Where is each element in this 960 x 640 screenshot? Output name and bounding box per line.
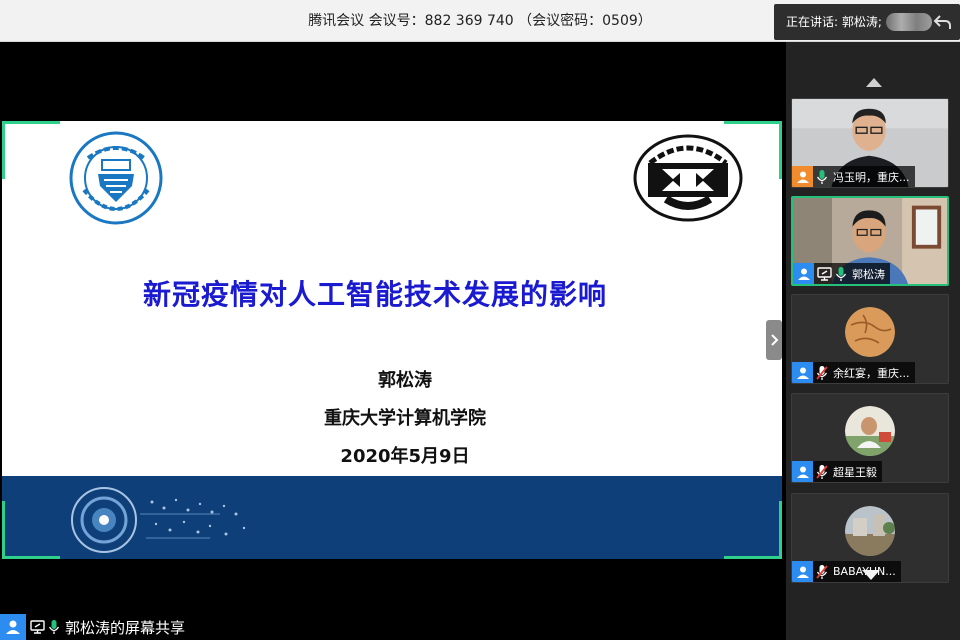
mic-on-icon[interactable]	[47, 619, 61, 635]
participant-name: 冯玉明，重庆...	[833, 170, 910, 184]
participant-name-bar: 冯玉明，重庆...	[792, 166, 915, 187]
participant-avatar	[845, 506, 895, 556]
slide-banner	[2, 476, 782, 559]
participant-avatar	[845, 307, 895, 357]
participant-name: 超星王毅	[833, 465, 877, 479]
screen-share-icon	[817, 266, 832, 281]
meeting-window: 腾讯会议 会议号：882 369 740 （会议密码：0509） 正在讲话: 郭…	[0, 0, 960, 640]
participant-tile[interactable]: 余红宴，重庆...	[791, 294, 949, 384]
title-bar: 腾讯会议 会议号：882 369 740 （会议密码：0509） 正在讲话: 郭…	[0, 0, 960, 42]
user-icon	[792, 362, 813, 383]
frame-corner-bottom-right	[724, 501, 782, 559]
ccf-logo	[633, 134, 743, 222]
mic-on-icon[interactable]	[834, 266, 848, 282]
participant-tile[interactable]: 冯玉明，重庆...	[791, 98, 949, 188]
mic-off-icon[interactable]	[815, 464, 829, 480]
presentation-slide: 新冠疫情对人工智能技术发展的影响 郭松涛 重庆大学计算机学院 2020年5月9日	[2, 121, 782, 559]
share-status-label: 郭松涛的屏幕共享	[65, 618, 186, 637]
speaker-avatars	[886, 13, 932, 31]
user-icon	[792, 561, 813, 582]
participant-tile[interactable]: 超星王毅	[791, 393, 949, 483]
back-arrow-icon[interactable]	[932, 11, 954, 33]
chevron-right-icon	[771, 334, 779, 346]
user-icon	[792, 166, 813, 187]
tech-circle-graphic	[71, 487, 246, 553]
participant-name-bar: 郭松涛	[793, 263, 890, 284]
participant-name: 郭松涛	[852, 267, 885, 281]
triangle-down-icon[interactable]	[862, 570, 880, 580]
participant-name-bar: 余红宴，重庆...	[792, 362, 915, 383]
participant-tile-active[interactable]: 郭松涛	[791, 196, 949, 286]
user-icon	[792, 461, 813, 482]
slide-presenter: 郭松涛	[378, 370, 432, 391]
screen-share-icon	[30, 620, 45, 634]
slide-institution: 重庆大学计算机学院	[324, 408, 486, 429]
expand-panel-button[interactable]	[766, 320, 782, 360]
slide-date: 2020年5月9日	[340, 446, 470, 467]
share-status-bar: 郭松涛的屏幕共享	[0, 614, 786, 640]
user-icon	[0, 614, 26, 640]
user-icon	[793, 263, 814, 284]
participant-name-bar: 超星王毅	[792, 461, 882, 482]
triangle-up-icon[interactable]	[866, 78, 882, 87]
frame-corner-bottom-left	[2, 501, 60, 559]
speaking-label: 正在讲话: 郭松涛;	[786, 15, 882, 29]
mic-off-icon[interactable]	[815, 365, 829, 381]
frame-corner-top-left	[2, 121, 60, 179]
participant-name: 余红宴，重庆...	[833, 366, 910, 380]
chongqing-university-logo	[69, 131, 163, 225]
mic-off-icon[interactable]	[815, 564, 829, 580]
participant-avatar	[845, 406, 895, 456]
speaking-indicator[interactable]: 正在讲话: 郭松涛;	[774, 4, 960, 40]
slide-title: 新冠疫情对人工智能技术发展的影响	[142, 278, 607, 311]
participant-name-bar: BABAYUN...	[792, 561, 901, 582]
mic-on-icon[interactable]	[815, 169, 829, 185]
